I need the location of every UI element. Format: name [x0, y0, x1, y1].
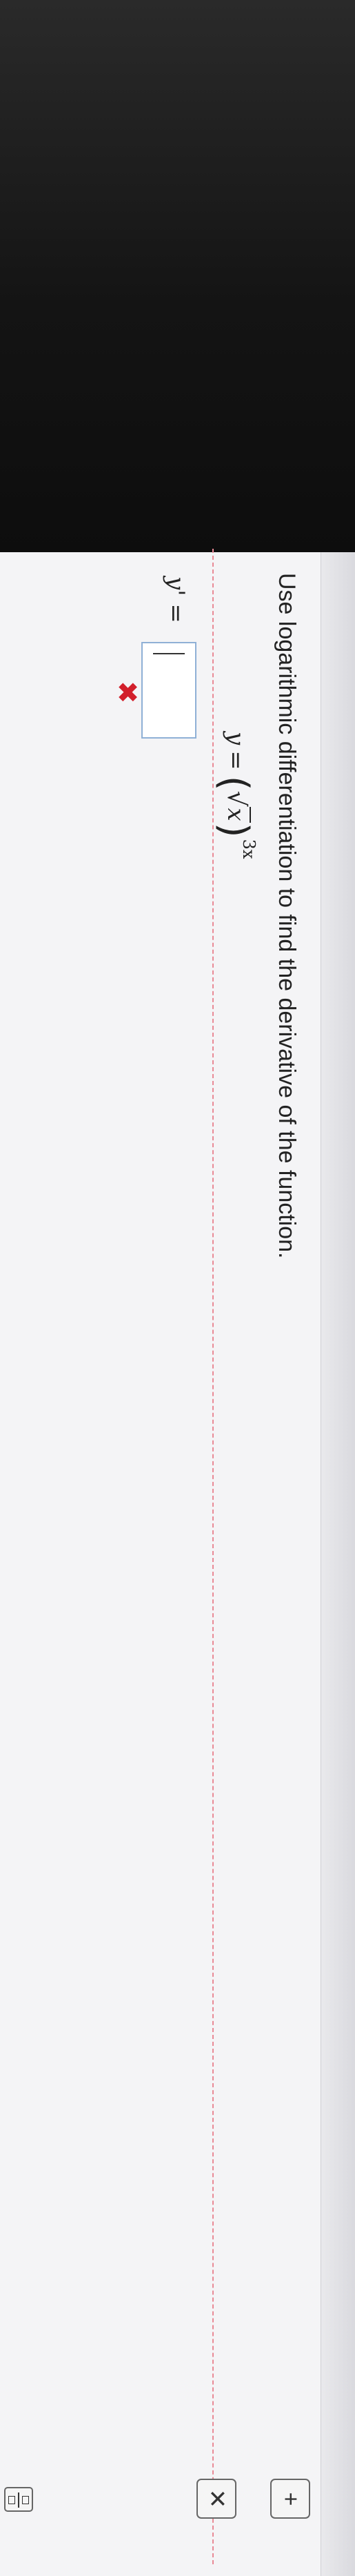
fraction-bar-icon	[18, 2492, 19, 2508]
question-panel: Use logarithmic differentiation to find …	[0, 549, 317, 2568]
open-paren: (	[212, 775, 256, 791]
background-dark	[0, 0, 355, 552]
fraction-button[interactable]	[4, 2487, 33, 2512]
math-toolbar: ✕ +	[0, 2454, 355, 2576]
sqrt-icon: √	[222, 790, 250, 807]
function-equation: y = (√x)3x	[212, 732, 258, 859]
answer-label: y' =	[162, 576, 190, 623]
fraction-numerator-icon	[8, 2496, 15, 2504]
radicand: x	[222, 806, 251, 823]
fraction-denominator-icon	[22, 2496, 29, 2504]
plus-icon: +	[277, 2492, 304, 2506]
side-bezel	[321, 552, 355, 2576]
answer-area-border	[212, 549, 214, 2564]
text-caret	[153, 653, 185, 654]
answer-input[interactable]	[141, 642, 196, 739]
problem-instruction: Use logarithmic differentiation to find …	[274, 573, 300, 1259]
close-icon: ✕	[203, 2488, 230, 2509]
exponent: 3x	[239, 839, 258, 859]
close-paren: )	[212, 822, 256, 838]
equation-lhs: y	[222, 732, 250, 745]
expand-button[interactable]: +	[270, 2479, 310, 2519]
equation-equals: =	[222, 750, 250, 770]
incorrect-icon: ✖	[112, 681, 142, 704]
clear-button[interactable]: ✕	[196, 2479, 236, 2519]
